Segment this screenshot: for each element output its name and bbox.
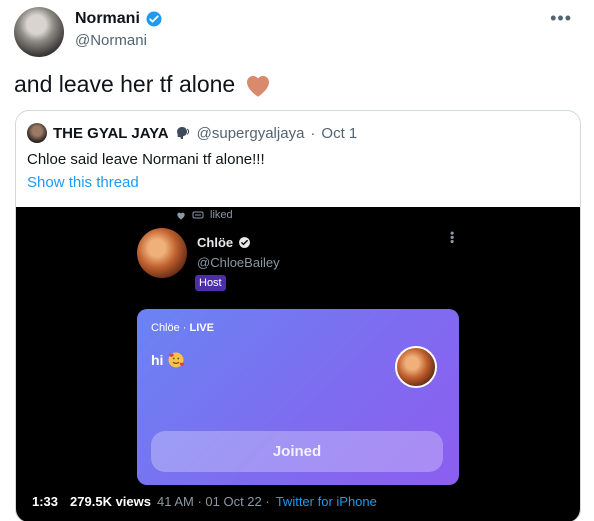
host-handle[interactable]: @ChloeBailey [197, 255, 280, 270]
joined-button[interactable]: Joined [151, 431, 443, 472]
more-horizontal-icon[interactable]: ••• [550, 8, 572, 29]
quoted-author-name[interactable]: THE GYAL JAYA [53, 125, 169, 142]
heart-icon [247, 75, 270, 97]
author-name-row: Normani [75, 10, 163, 28]
video-media[interactable]: liked Chlöe @ChloeBailey Host ••• Chlöe … [16, 207, 580, 521]
author-avatar[interactable] [14, 7, 64, 57]
quoted-tweet-text: Chloe said leave Normani tf alone!!! [27, 151, 265, 168]
more-vertical-icon[interactable]: ••• [445, 231, 459, 244]
space-label: Chlöe · LIVE [151, 322, 214, 334]
space-card: Chlöe · LIVE hi Joined [137, 309, 459, 485]
space-message-text: hi [151, 352, 164, 368]
video-time: 1:33 [32, 494, 59, 509]
tweet-text: and leave her tf alone [14, 71, 273, 98]
show-thread-link[interactable]: Show this thread [27, 174, 139, 191]
source-link[interactable]: Twitter for iPhone [276, 494, 377, 509]
verified-badge-icon [239, 237, 251, 248]
host-badge: Host [195, 275, 226, 291]
quoted-date[interactable]: Oct 1 [321, 125, 357, 142]
tweet-text-content: and leave her tf alone [14, 71, 236, 97]
quoted-tweet-header: THE GYAL JAYA @supergyaljaya · Oct 1 [27, 123, 357, 143]
heart-small-icon [177, 212, 185, 220]
host-avatar[interactable] [137, 228, 187, 278]
smiling-face-hearts-icon [168, 352, 185, 368]
video-timestamp: 41 AM · 01 Oct 22 · [156, 494, 270, 509]
author-handle[interactable]: @Normani [75, 32, 147, 49]
space-speaker-avatar [395, 346, 437, 388]
video-views: 279.5K views [70, 494, 151, 509]
quoted-separator: · [310, 124, 316, 142]
space-message: hi [151, 351, 185, 369]
live-label: LIVE [189, 322, 214, 334]
quoted-tweet[interactable]: THE GYAL JAYA @supergyaljaya · Oct 1 Chl… [15, 110, 581, 521]
speaking-head-icon [176, 126, 189, 139]
speaker-icon [192, 211, 204, 219]
author-name[interactable]: Normani [75, 10, 140, 28]
video-footer: 1:33 279.5K views 41 AM · 01 Oct 22 · Tw… [32, 494, 377, 509]
host-name-row: Chlöe [197, 235, 251, 250]
quoted-author-handle[interactable]: @supergyaljaya [197, 125, 305, 142]
host-name[interactable]: Chlöe [197, 235, 233, 250]
space-host-label: Chlöe · [151, 322, 190, 334]
liked-row: liked [176, 209, 233, 221]
quoted-author-avatar[interactable] [27, 123, 47, 143]
verified-badge-icon [146, 11, 162, 27]
liked-label: liked [210, 209, 233, 221]
